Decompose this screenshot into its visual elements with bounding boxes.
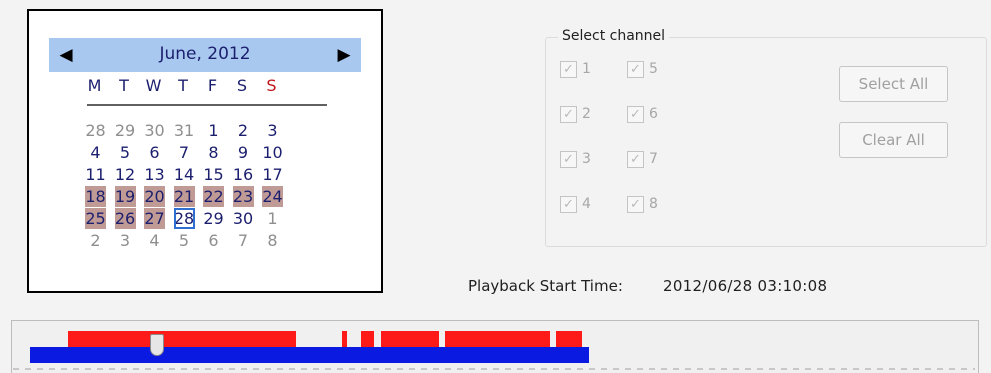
playback-start-time-label: Playback Start Time: (468, 277, 623, 295)
channel-checkbox[interactable]: ✓ 2 (560, 104, 591, 124)
checkmark-icon: ✓ (560, 195, 577, 213)
calendar-day[interactable]: 6 (203, 230, 224, 251)
channel-checkbox[interactable]: ✓ 5 (627, 59, 658, 79)
calendar-header: ◀ June, 2012 ▶ (49, 38, 361, 72)
recording-segment (445, 331, 550, 348)
calendar-day[interactable]: 4 (85, 142, 106, 163)
weekday-header: S (236, 76, 248, 95)
calendar-day[interactable]: 3 (115, 230, 136, 251)
calendar-day[interactable]: 8 (203, 142, 224, 163)
timeline-slider-handle[interactable] (150, 334, 164, 356)
calendar-day[interactable]: 15 (203, 164, 224, 185)
select-all-button[interactable]: Select All (839, 66, 948, 102)
select-channel-legend: Select channel (558, 28, 670, 44)
channel-checkbox[interactable]: ✓ 8 (627, 194, 658, 214)
calendar-day[interactable]: 7 (174, 142, 195, 163)
channel-checkbox-label: 6 (649, 106, 658, 122)
channel-checkbox-label: 8 (649, 196, 658, 212)
calendar-day[interactable]: 22 (203, 186, 224, 207)
weekday-header: M (87, 76, 102, 95)
calendar-day[interactable]: 24 (262, 186, 283, 207)
calendar-day[interactable]: 20 (144, 186, 165, 207)
channel-checkbox-label: 3 (582, 151, 591, 167)
channel-checkbox-label: 7 (649, 151, 658, 167)
calendar-day[interactable]: 29 (115, 120, 136, 141)
checkmark-icon: ✓ (560, 105, 577, 123)
channel-checkbox-label: 1 (582, 61, 591, 77)
calendar-day[interactable]: 4 (144, 230, 165, 251)
calendar-day[interactable]: 1 (262, 208, 283, 229)
calendar-day[interactable]: 12 (115, 164, 136, 185)
channel-checkbox[interactable]: ✓ 3 (560, 149, 591, 169)
channel-checkbox[interactable]: ✓ 1 (560, 59, 591, 79)
calendar-day[interactable]: 10 (262, 142, 283, 163)
checkmark-icon: ✓ (627, 195, 644, 213)
channel-checkbox-label: 2 (582, 106, 591, 122)
calendar-day[interactable]: 31 (174, 120, 195, 141)
channel-checkbox[interactable]: ✓ 6 (627, 104, 658, 124)
weekday-header: S (266, 76, 277, 95)
calendar-day[interactable]: 17 (262, 164, 283, 185)
month-title: June, 2012 (159, 44, 251, 64)
channel-checkbox[interactable]: ✓ 7 (627, 149, 658, 169)
recording-segment (361, 331, 374, 348)
calendar-day[interactable]: 6 (144, 142, 165, 163)
calendar-day[interactable]: 16 (233, 164, 254, 185)
calendar-day[interactable]: 28 (85, 120, 106, 141)
calendar-day[interactable]: 3 (262, 120, 283, 141)
playback-start-time-value: 2012/06/28 03:10:08 (663, 277, 828, 295)
calendar-day[interactable]: 9 (233, 142, 254, 163)
calendar-day[interactable]: 25 (85, 208, 106, 229)
calendar-day[interactable]: 8 (262, 230, 283, 251)
weekday-header: T (119, 76, 129, 95)
calendar-day-selected[interactable]: 28 (173, 208, 195, 229)
recording-segment (342, 331, 347, 348)
channel-checkbox-label: 5 (649, 61, 658, 77)
calendar-day[interactable]: 29 (203, 208, 224, 229)
calendar-day[interactable]: 13 (144, 164, 165, 185)
weekday-header: T (178, 76, 188, 95)
checkmark-icon: ✓ (560, 150, 577, 168)
recording-segment (381, 331, 439, 348)
calendar-day[interactable]: 27 (144, 208, 165, 229)
recording-segment (68, 331, 296, 348)
timeline-ticks (13, 368, 975, 370)
timeline-track[interactable] (30, 347, 589, 363)
calendar-day[interactable]: 2 (233, 120, 254, 141)
calendar-day[interactable]: 19 (114, 186, 136, 207)
calendar-day[interactable]: 23 (232, 186, 254, 207)
weekday-header: W (145, 76, 162, 95)
calendar-day[interactable]: 26 (114, 208, 136, 229)
calendar-day[interactable]: 1 (203, 120, 224, 141)
weekday-header: F (207, 76, 218, 95)
next-month-arrow-icon[interactable]: ▶ (329, 38, 359, 72)
recording-segment (556, 331, 582, 348)
weekday-divider (87, 104, 327, 106)
calendar-day[interactable]: 18 (85, 186, 106, 207)
calendar-day[interactable]: 5 (115, 142, 136, 163)
calendar-day[interactable]: 30 (233, 208, 254, 229)
calendar-day[interactable]: 7 (233, 230, 254, 251)
calendar-day[interactable]: 21 (173, 186, 195, 207)
calendar-day[interactable]: 5 (174, 230, 195, 251)
calendar-day[interactable]: 2 (85, 230, 106, 251)
checkmark-icon: ✓ (627, 105, 644, 123)
checkmark-icon: ✓ (627, 150, 644, 168)
calendar-day[interactable]: 30 (144, 120, 165, 141)
checkmark-icon: ✓ (627, 60, 644, 78)
calendar-day[interactable]: 14 (174, 164, 195, 185)
channel-checkbox-label: 4 (582, 196, 591, 212)
clear-all-button[interactable]: Clear All (839, 122, 948, 158)
channel-checkbox[interactable]: ✓ 4 (560, 194, 591, 214)
calendar-day[interactable]: 11 (85, 164, 106, 185)
checkmark-icon: ✓ (560, 60, 577, 78)
